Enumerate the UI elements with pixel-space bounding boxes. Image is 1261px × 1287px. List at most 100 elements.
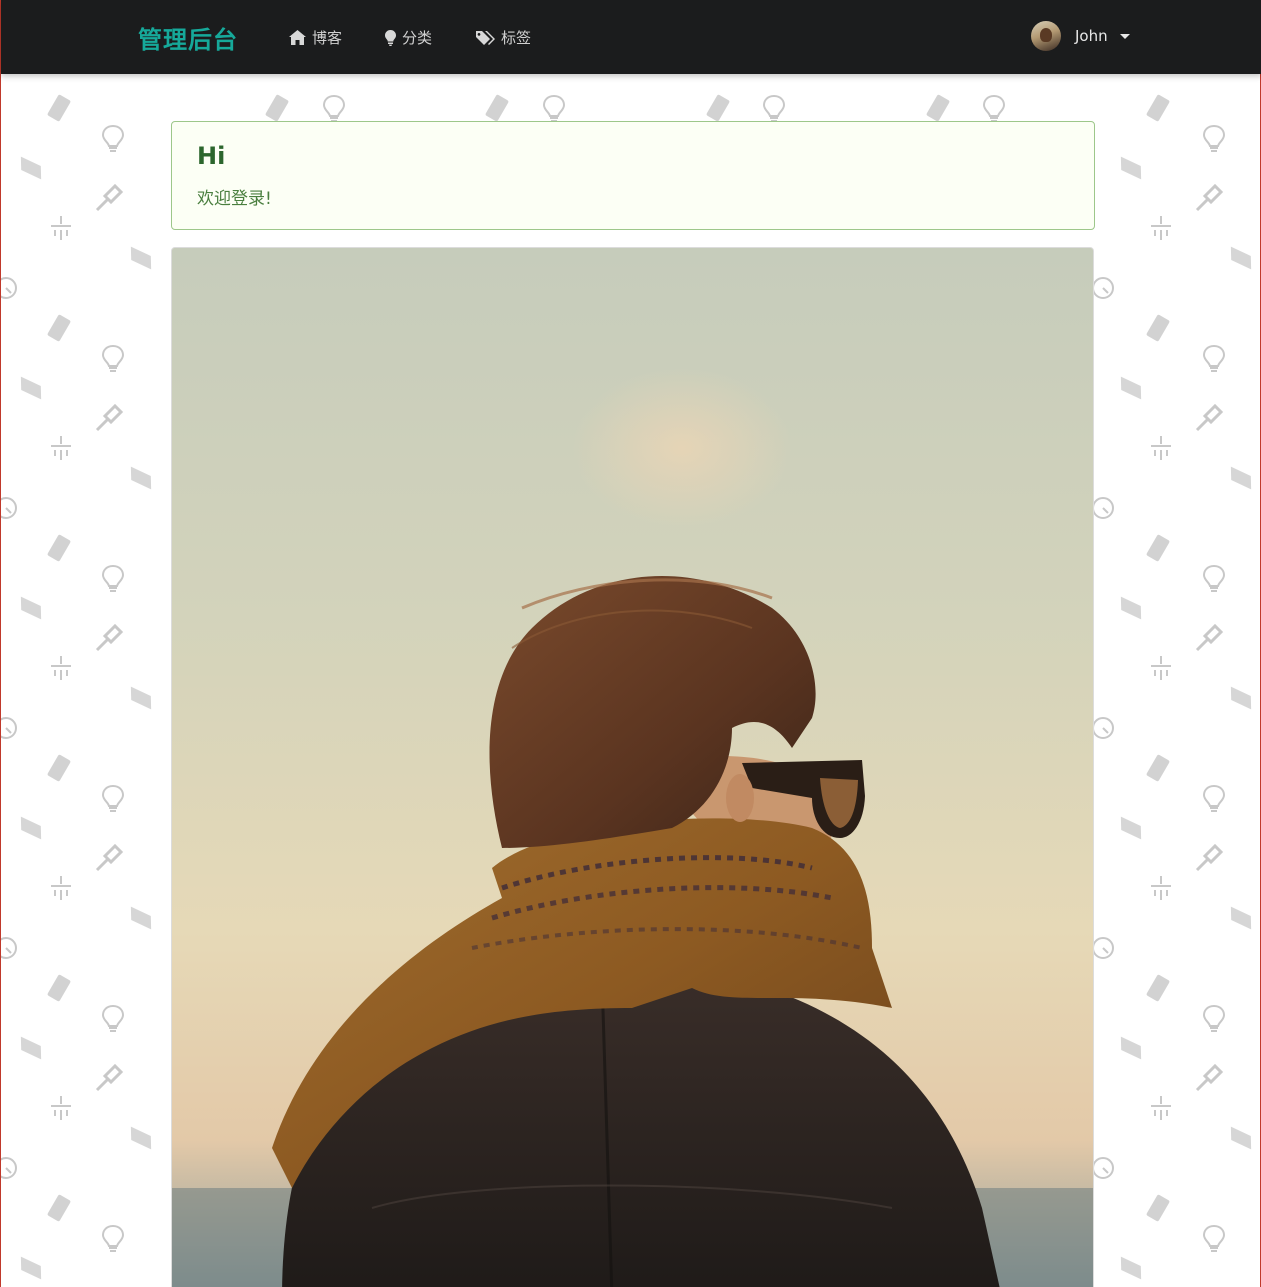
- pattern-icon: [130, 246, 152, 270]
- pattern-icon: [1092, 1157, 1114, 1179]
- pattern-icon: [1, 497, 17, 519]
- tags-icon: [476, 30, 495, 45]
- pattern-icon: [1120, 1256, 1142, 1280]
- user-menu[interactable]: John: [1031, 21, 1130, 51]
- pattern-icon: [95, 843, 124, 872]
- brand-logo[interactable]: 管理后台: [138, 20, 238, 55]
- pattern-icon: [20, 1036, 42, 1060]
- pattern-icon: [47, 1194, 71, 1222]
- pattern-icon: [926, 94, 950, 122]
- pattern-icon: [101, 344, 125, 372]
- pattern-icon: [1146, 1194, 1170, 1222]
- pattern-icon: [1120, 156, 1142, 180]
- pattern-icon: [1195, 1063, 1224, 1092]
- pattern-icon: [20, 156, 42, 180]
- pattern-icon: [1, 937, 17, 959]
- pattern-icon: [101, 784, 125, 812]
- pattern-icon: [265, 94, 289, 122]
- nav-item-tags[interactable]: 标签: [476, 27, 531, 48]
- pattern-icon: [1092, 497, 1114, 519]
- pattern-icon: [51, 876, 71, 900]
- pattern-icon: [1195, 843, 1224, 872]
- pattern-icon: [706, 94, 730, 122]
- pattern-icon: [95, 403, 124, 432]
- pattern-icon: [982, 94, 1006, 122]
- pattern-icon: [1151, 656, 1171, 680]
- pattern-icon: [1230, 906, 1252, 930]
- pattern-icon: [101, 564, 125, 592]
- pattern-icon: [20, 596, 42, 620]
- pattern-icon: [51, 216, 71, 240]
- nav-item-category[interactable]: 分类: [385, 27, 432, 48]
- nav-item-blog[interactable]: 博客: [289, 27, 342, 48]
- pattern-icon: [51, 1096, 71, 1120]
- pattern-icon: [1151, 1096, 1171, 1120]
- pattern-icon: [1230, 1126, 1252, 1150]
- pattern-icon: [485, 94, 509, 122]
- pattern-icon: [1120, 596, 1142, 620]
- pattern-icon: [47, 754, 71, 782]
- pattern-icon: [1202, 1004, 1226, 1032]
- pattern-icon: [1092, 937, 1114, 959]
- caret-down-icon: [1119, 33, 1130, 39]
- pattern-icon: [1202, 784, 1226, 812]
- pattern-icon: [1195, 403, 1224, 432]
- pattern-icon: [95, 1063, 124, 1092]
- pattern-icon: [47, 534, 71, 562]
- pattern-icon: [47, 974, 71, 1002]
- pattern-icon: [1120, 1036, 1142, 1060]
- nav-item-label: 分类: [402, 29, 433, 47]
- pattern-icon: [1146, 94, 1170, 122]
- pattern-icon: [1151, 876, 1171, 900]
- nav-item-label: 标签: [501, 29, 532, 47]
- pattern-icon: [1146, 754, 1170, 782]
- welcome-message: Hi 欢迎登录!: [171, 121, 1095, 230]
- pattern-icon: [130, 686, 152, 710]
- pattern-icon: [101, 1004, 125, 1032]
- pattern-icon: [130, 906, 152, 930]
- lightbulb-icon: [385, 29, 396, 46]
- pattern-icon: [1202, 124, 1226, 152]
- top-navbar: 管理后台 博客 分类 标签 John: [1, 0, 1261, 74]
- pattern-icon: [1, 277, 17, 299]
- pattern-icon: [1151, 216, 1171, 240]
- pattern-icon: [1230, 686, 1252, 710]
- pattern-icon: [95, 183, 124, 212]
- pattern-icon: [1120, 816, 1142, 840]
- message-header: Hi: [197, 142, 226, 170]
- pattern-icon: [20, 1256, 42, 1280]
- pattern-icon: [20, 376, 42, 400]
- pattern-icon: [47, 94, 71, 122]
- pattern-icon: [101, 124, 125, 152]
- pattern-icon: [1120, 376, 1142, 400]
- pattern-icon: [542, 94, 566, 122]
- pattern-icon: [20, 816, 42, 840]
- pattern-icon: [130, 1126, 152, 1150]
- pattern-icon: [130, 466, 152, 490]
- pattern-icon: [47, 314, 71, 342]
- pattern-icon: [101, 1224, 125, 1252]
- avatar: [1031, 21, 1061, 51]
- pattern-icon: [1, 1157, 17, 1179]
- pattern-icon: [1146, 314, 1170, 342]
- pattern-icon: [1092, 277, 1114, 299]
- pattern-icon: [1, 717, 17, 739]
- pattern-icon: [51, 436, 71, 460]
- pattern-icon: [95, 623, 124, 652]
- pattern-icon: [1146, 534, 1170, 562]
- hero-image: [171, 247, 1094, 1287]
- nav-item-label: 博客: [312, 29, 343, 47]
- pattern-icon: [1195, 183, 1224, 212]
- pattern-icon: [322, 94, 346, 122]
- pattern-icon: [1202, 344, 1226, 372]
- pattern-icon: [1202, 564, 1226, 592]
- pattern-icon: [51, 656, 71, 680]
- pattern-icon: [1146, 974, 1170, 1002]
- pattern-icon: [762, 94, 786, 122]
- user-name: John: [1075, 27, 1108, 45]
- pattern-icon: [1230, 466, 1252, 490]
- home-icon: [289, 30, 306, 45]
- pattern-icon: [1202, 1224, 1226, 1252]
- pattern-icon: [1151, 436, 1171, 460]
- message-text: 欢迎登录!: [197, 189, 272, 209]
